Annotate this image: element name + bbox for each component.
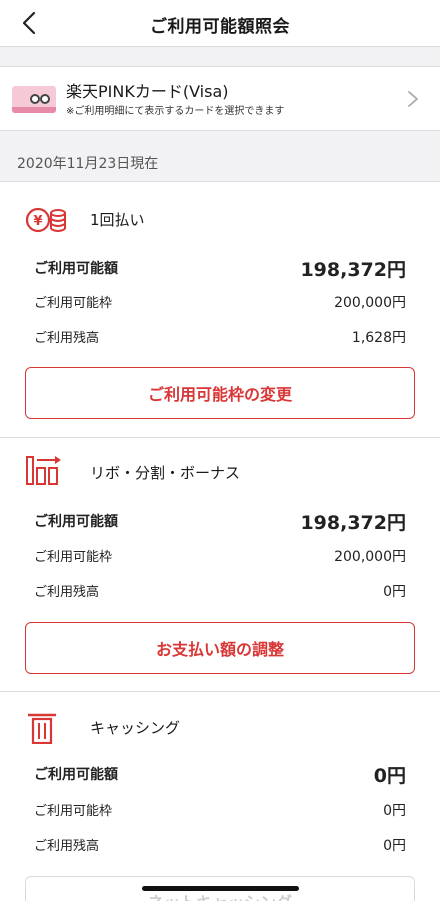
credit-limit-row: ご利用可能枠 200,000円 — [34, 292, 406, 314]
yen-coins-icon: ¥ — [25, 207, 66, 233]
balance-value: 0円 — [383, 838, 406, 854]
balance-row: ご利用残高 1,628円 — [34, 327, 406, 349]
change-limit-button[interactable]: ご利用可能枠の変更 — [25, 367, 415, 419]
balance-label: ご利用残高 — [34, 839, 100, 854]
credit-limit-row: ご利用可能枠 0円 — [34, 800, 406, 822]
card-note: ※ご利用明細にて表示するカードを選択できます — [66, 106, 285, 117]
balance-value: 0円 — [383, 584, 406, 600]
home-indicator — [142, 886, 299, 891]
svg-text:¥: ¥ — [33, 214, 42, 229]
available-amount-label: ご利用可能額 — [34, 261, 118, 277]
section-title: 1回払い — [90, 211, 145, 229]
available-amount-label: ご利用可能額 — [34, 767, 118, 783]
balance-label: ご利用残高 — [34, 585, 100, 600]
section-title: リボ・分割・ボーナス — [90, 464, 241, 482]
chevron-right-icon — [408, 91, 418, 107]
credit-limit-label: ご利用可能枠 — [34, 804, 113, 819]
section-lump-sum: ¥ 1回払い ご利用可能額 198,372円 ご利用可能枠 200,000円 ご… — [0, 182, 440, 437]
as-of-date: 2020年11月23日現在 — [17, 156, 159, 172]
balance-label: ご利用残高 — [34, 331, 100, 346]
card-thumbnail — [12, 86, 56, 113]
adjust-payment-button[interactable]: お支払い額の調整 — [25, 622, 415, 674]
credit-limit-label: ご利用可能枠 — [34, 296, 113, 311]
available-amount-value: 198,372円 — [300, 259, 406, 281]
credit-limit-value: 0円 — [383, 803, 406, 819]
spacer — [0, 47, 440, 67]
available-amount-value: 198,372円 — [300, 512, 406, 534]
available-amount-label: ご利用可能額 — [34, 514, 118, 530]
available-amount-value: 0円 — [373, 765, 406, 787]
available-amount-row: ご利用可能額 198,372円 — [34, 258, 406, 281]
balance-value: 1,628円 — [351, 330, 406, 346]
credit-limit-label: ご利用可能枠 — [34, 550, 113, 565]
page-title: ご利用可能額照会 — [150, 17, 290, 37]
cash-atm-icon — [28, 713, 56, 744]
revolving-payment-icon — [26, 456, 61, 485]
credit-limit-value: 200,000円 — [334, 295, 406, 311]
section-title: キャッシング — [90, 719, 181, 737]
card-name: 楽天PINKカード(Visa) — [66, 82, 229, 101]
available-amount-row: ご利用可能額 0円 — [34, 764, 406, 787]
credit-limit-value: 200,000円 — [334, 549, 406, 565]
balance-row: ご利用残高 0円 — [34, 835, 406, 857]
balance-row: ご利用残高 0円 — [34, 581, 406, 603]
navigation-bar: ご利用可能額照会 — [0, 0, 440, 47]
credit-limit-row: ご利用可能枠 200,000円 — [34, 546, 406, 568]
available-amount-row: ご利用可能額 198,372円 — [34, 511, 406, 534]
section-cashing: キャッシング ご利用可能額 0円 ご利用可能枠 0円 ご利用残高 0円 — [0, 692, 440, 901]
as-of-date-bar: 2020年11月23日現在 — [0, 131, 440, 182]
card-selector[interactable]: 楽天PINKカード(Visa) ※ご利用明細にて表示するカードを選択できます — [0, 67, 440, 131]
section-revolving: リボ・分割・ボーナス ご利用可能額 198,372円 ご利用可能枠 200,00… — [0, 438, 440, 691]
